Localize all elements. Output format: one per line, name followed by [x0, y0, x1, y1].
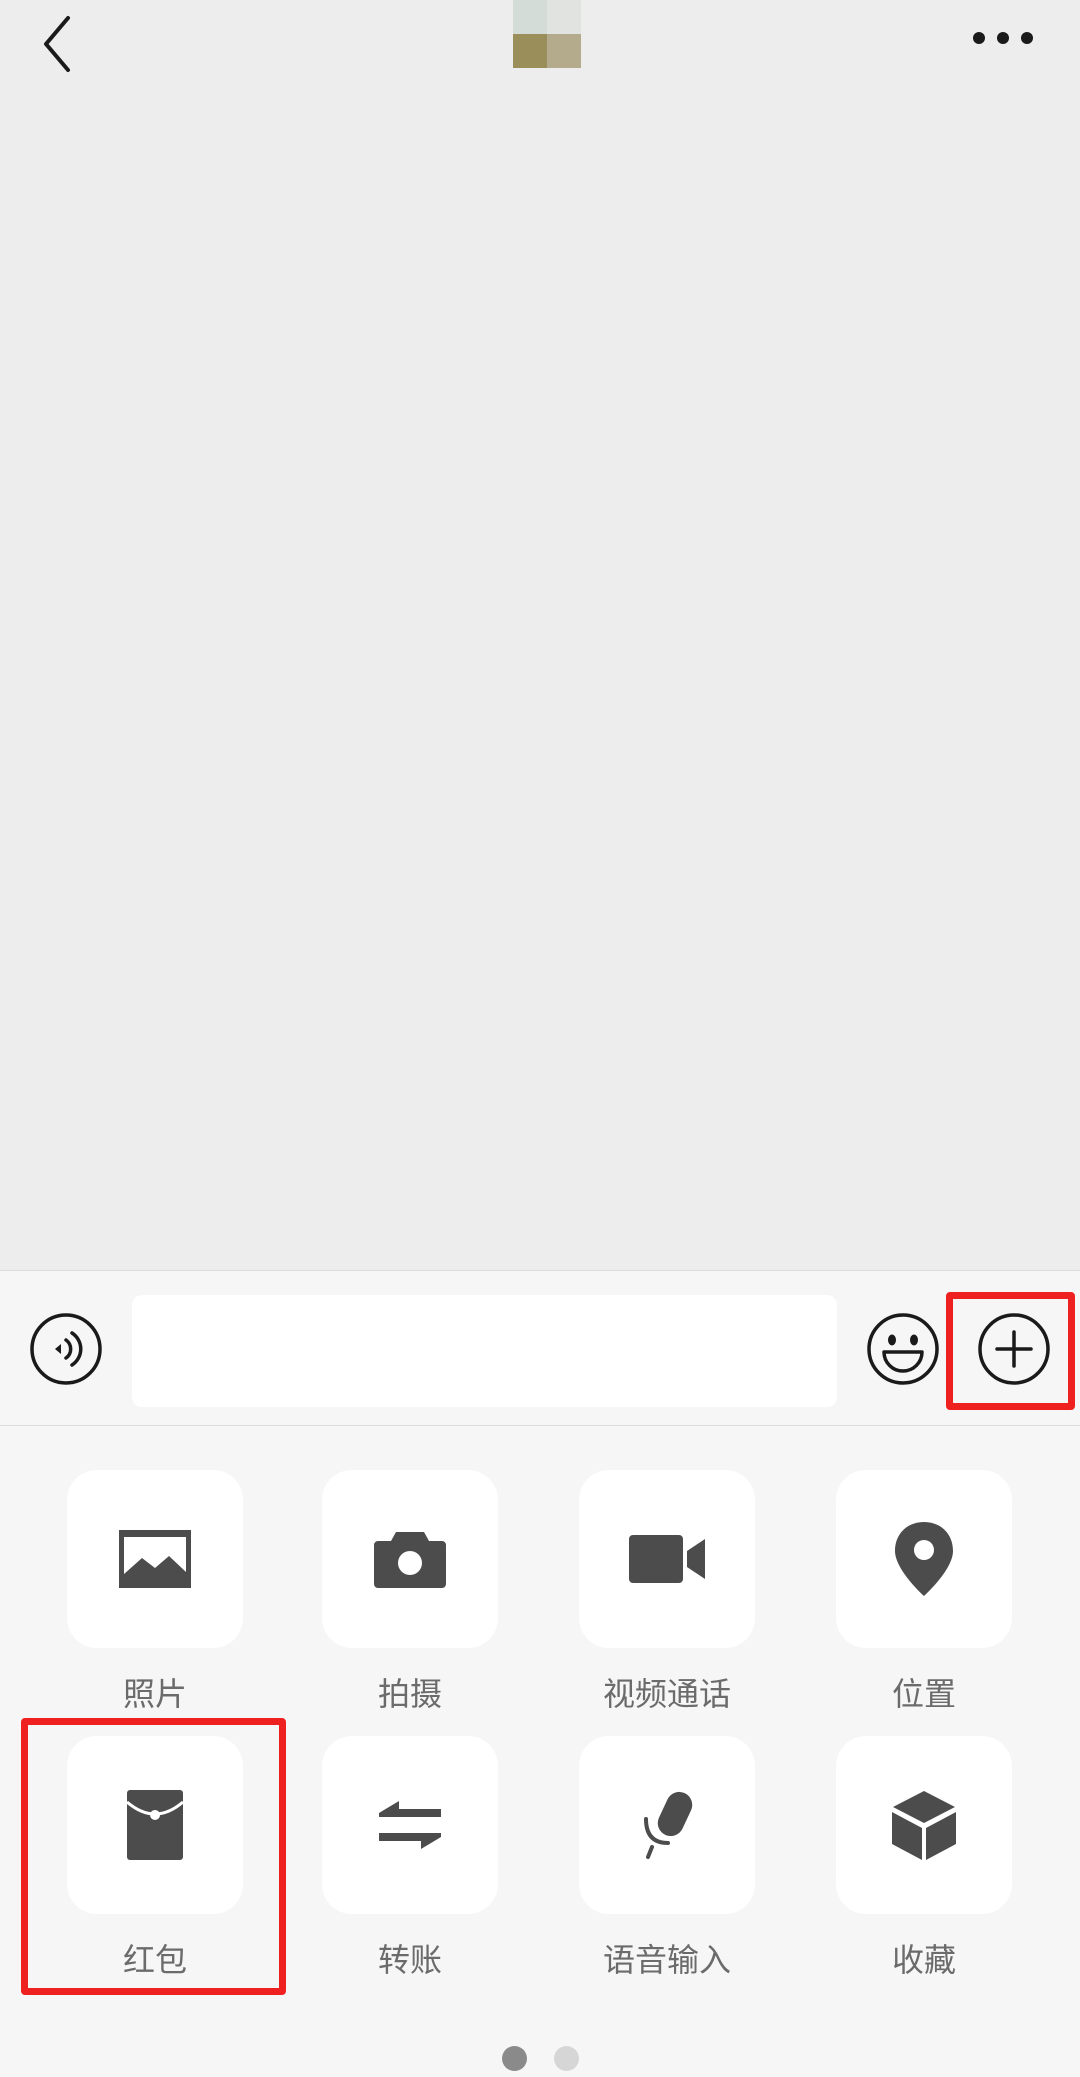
nav-bar [0, 0, 1080, 80]
panel-item-red-packet[interactable] [67, 1736, 243, 1914]
panel-item-voice-input[interactable] [579, 1736, 755, 1914]
panel-item-label: 视频通话 [602, 1675, 731, 1713]
favorites-cube-icon [892, 1791, 956, 1860]
page-dot-inactive[interactable] [554, 2046, 579, 2071]
voice-input-icon [30, 1313, 102, 1385]
panel-item-camera[interactable] [322, 1470, 498, 1648]
panel-item-label: 拍摄 [377, 1675, 442, 1713]
panel-item-location[interactable] [836, 1470, 1012, 1648]
more-functions-panel: 照片 拍摄 视频通话 位置 红包 转账 语音输入 收藏 [0, 1426, 1080, 2077]
contact-avatar [513, 0, 581, 68]
panel-item-favorites[interactable] [836, 1736, 1012, 1914]
voice-toggle-button[interactable] [29, 1312, 103, 1386]
chat-input-bar [0, 1270, 1080, 1426]
panel-item-label: 语音输入 [602, 1941, 731, 1979]
panel-item-label: 照片 [122, 1675, 187, 1713]
page-dot-active[interactable] [502, 2046, 527, 2071]
chat-message-area[interactable] [0, 80, 1080, 1270]
more-options-button[interactable] [968, 20, 1038, 56]
panel-item-label: 位置 [891, 1675, 956, 1713]
microphone-icon [644, 1791, 693, 1859]
photo-icon [119, 1530, 191, 1588]
plus-circle-icon [978, 1313, 1050, 1385]
panel-item-label: 收藏 [891, 1941, 956, 1979]
panel-item-video-call[interactable] [579, 1470, 755, 1648]
ellipsis-icon [973, 32, 1033, 44]
red-packet-icon [126, 1790, 184, 1860]
panel-item-label: 红包 [122, 1941, 187, 1979]
message-input[interactable] [132, 1295, 837, 1407]
back-button[interactable] [36, 8, 92, 74]
panel-item-transfer[interactable] [322, 1736, 498, 1914]
location-pin-icon [895, 1522, 953, 1596]
video-call-icon [629, 1535, 705, 1583]
camera-icon [374, 1532, 446, 1588]
chevron-left-icon [44, 16, 70, 72]
emoji-icon [867, 1313, 939, 1385]
panel-item-photo[interactable] [67, 1470, 243, 1648]
panel-item-label: 转账 [377, 1941, 442, 1979]
plus-button[interactable] [977, 1312, 1051, 1386]
transfer-icon [379, 1801, 441, 1849]
emoji-button[interactable] [866, 1312, 940, 1386]
